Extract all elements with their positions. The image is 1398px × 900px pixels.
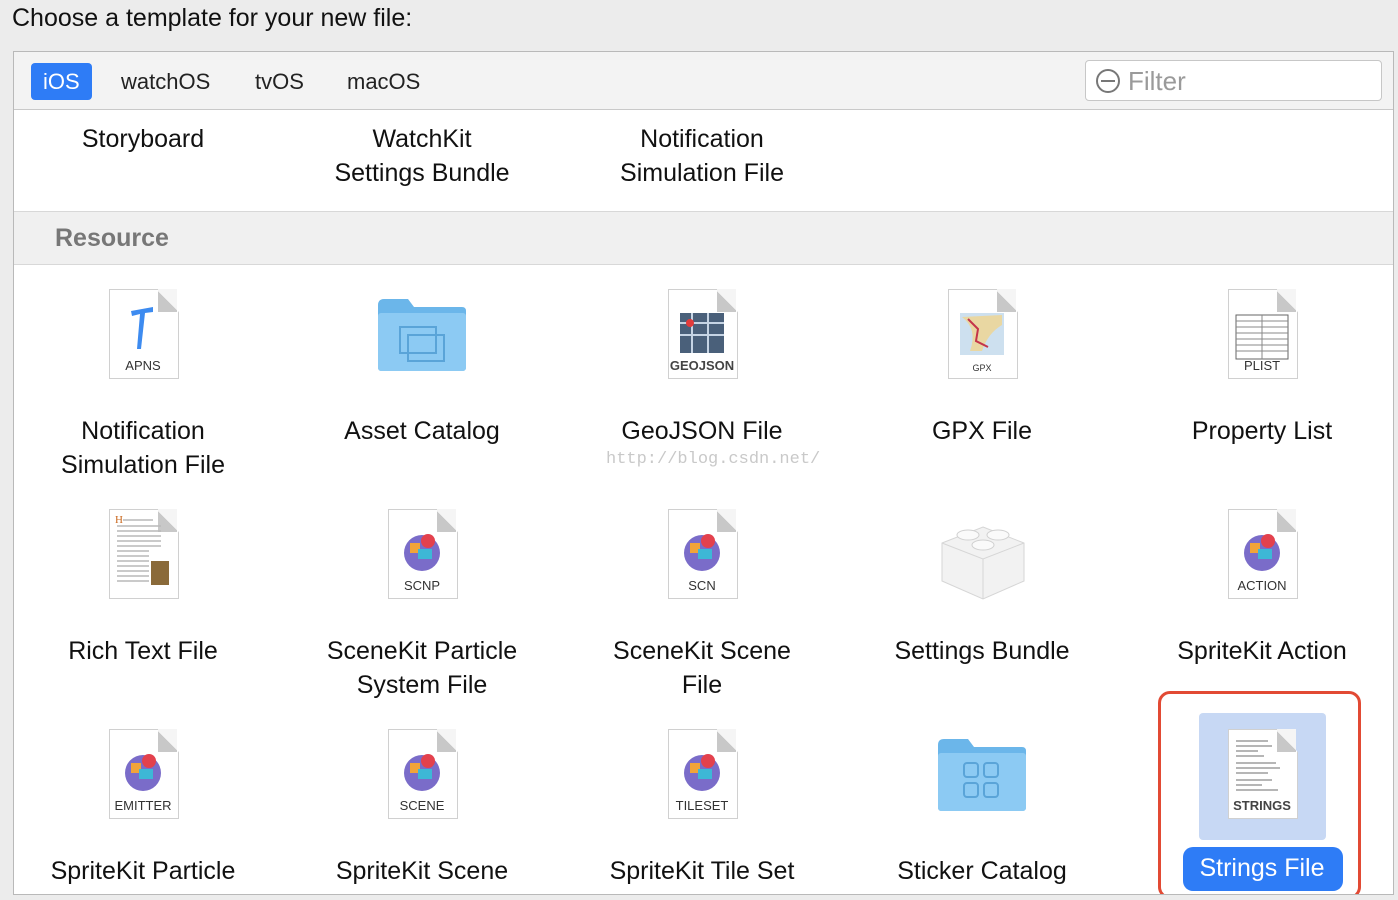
gpx-file-icon: GPX [948, 289, 1018, 379]
template-spritekit-action[interactable]: ACTION SpriteKit Action [1132, 505, 1392, 705]
template-storyboard[interactable]: Storyboard [14, 122, 273, 156]
section-title: Resource [55, 224, 169, 252]
tab-macos[interactable]: macOS [335, 63, 432, 100]
template-notification-simulation-file[interactable]: APNS Notification Simulation File [14, 285, 273, 485]
template-sticker-catalog[interactable]: Sticker Catalog [852, 725, 1112, 894]
tileset-file-icon: TILESET [668, 729, 738, 819]
svg-text:H: H [115, 514, 123, 526]
template-spritekit-scene[interactable]: SCENE SpriteKit Scene [292, 725, 552, 894]
rich-text-file-icon: H [109, 509, 179, 599]
folder-icon [378, 299, 466, 371]
scn-file-icon: SCN [668, 509, 738, 599]
template-scenekit-scene-file[interactable]: SCN SceneKit Scene File [572, 505, 832, 705]
tab-watchos[interactable]: watchOS [109, 63, 222, 100]
template-watchkit-settings-bundle[interactable]: WatchKit Settings Bundle [292, 122, 552, 190]
filter-field[interactable] [1085, 60, 1382, 101]
template-panel: iOS watchOS tvOS macOS Storyboard WatchK… [13, 51, 1394, 895]
template-gpx-file[interactable]: GPX GPX File [852, 285, 1112, 485]
tab-ios[interactable]: iOS [31, 63, 92, 100]
template-geojson-file[interactable]: GEOJSON GeoJSON File [572, 285, 832, 485]
platform-tabbar: iOS watchOS tvOS macOS [14, 52, 1393, 110]
action-file-icon: ACTION [1228, 509, 1298, 599]
tab-tvos[interactable]: tvOS [243, 63, 316, 100]
filter-input[interactable] [1126, 65, 1370, 97]
template-spritekit-particle[interactable]: EMITTER SpriteKit Particle [14, 725, 273, 894]
scnp-file-icon: SCNP [388, 509, 458, 599]
template-rich-text-file[interactable]: H Rich Text File [14, 505, 273, 705]
section-header-resource: Resource [14, 211, 1393, 265]
template-scenekit-particle-system[interactable]: SCNP SceneKit Particle System File [292, 505, 552, 705]
top-row: Storyboard WatchKit Settings Bundle Noti… [14, 110, 1393, 210]
template-strings-file[interactable]: STRINGS Strings File [1132, 725, 1392, 894]
template-spritekit-tile-set[interactable]: TILESET SpriteKit Tile Set [572, 725, 832, 894]
page-title: Choose a template for your new file: [12, 4, 413, 32]
template-asset-catalog[interactable]: Asset Catalog [292, 285, 552, 485]
plist-file-icon: PLIST [1228, 289, 1298, 379]
emitter-file-icon: EMITTER [109, 729, 179, 819]
sticker-folder-icon [938, 739, 1026, 811]
strings-file-icon: STRINGS [1228, 729, 1298, 819]
template-settings-bundle[interactable]: Settings Bundle [852, 505, 1112, 705]
template-property-list[interactable]: PLIST Property List [1132, 285, 1392, 485]
template-notification-simulation-file-top[interactable]: Notification Simulation File [572, 122, 832, 190]
scene-file-icon: SCENE [388, 729, 458, 819]
apns-file-icon: APNS [109, 289, 179, 379]
geojson-file-icon: GEOJSON [668, 289, 738, 379]
filter-icon [1096, 69, 1120, 93]
lego-brick-icon [941, 526, 1025, 600]
